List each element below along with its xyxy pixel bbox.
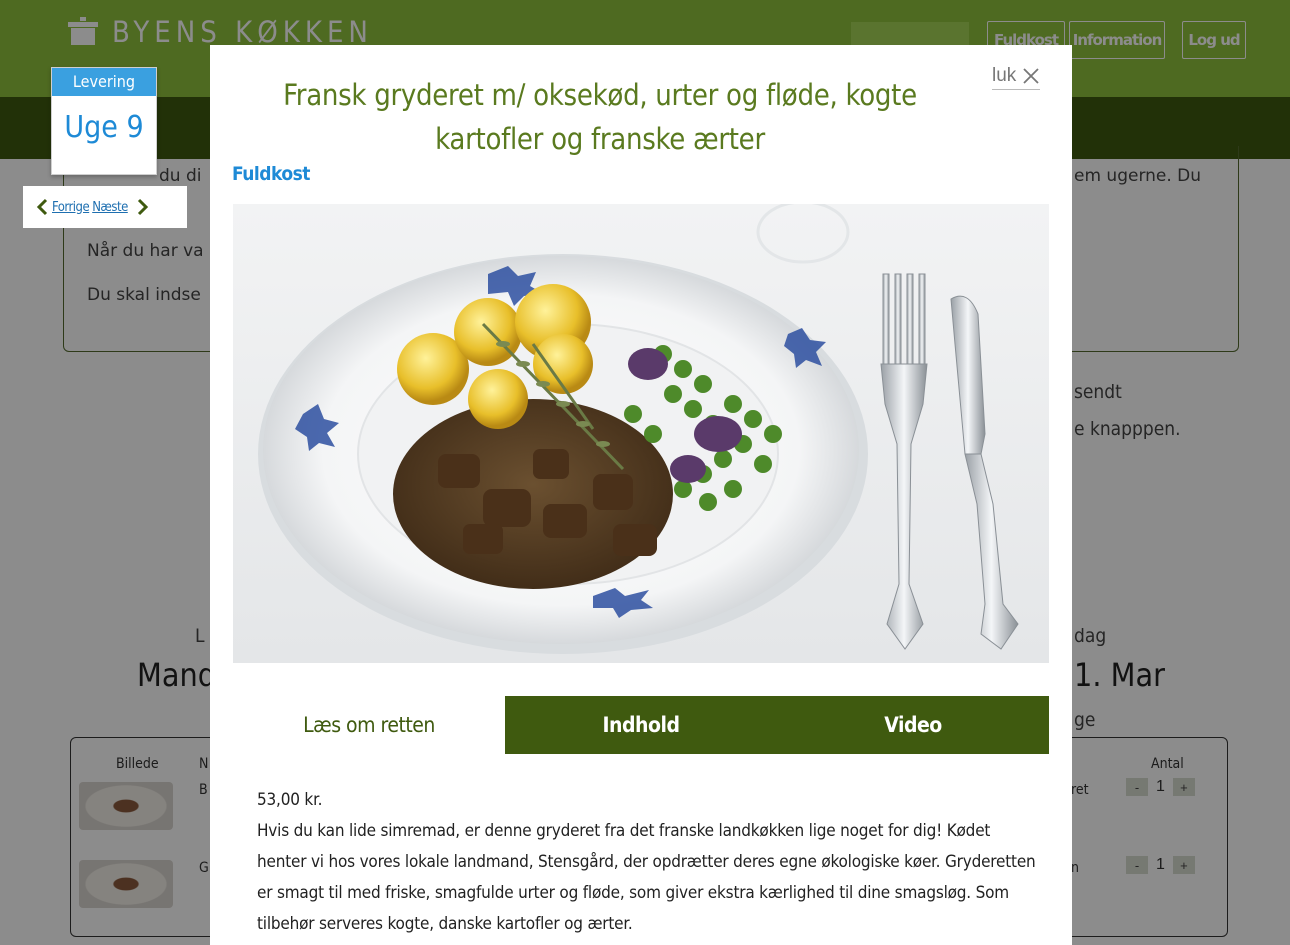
page: BYENS KØKKEN Fuldkost Information Log ud…: [0, 0, 1290, 945]
tab-video[interactable]: Video: [777, 696, 1049, 754]
close-button[interactable]: luk: [992, 65, 1041, 90]
dish-category: Fuldkost: [232, 163, 310, 185]
tab-content[interactable]: Indhold: [505, 696, 777, 754]
close-label: luk: [992, 65, 1017, 86]
dish-photo: [233, 204, 1049, 663]
chevron-left-icon[interactable]: [35, 198, 49, 216]
tab-read-about[interactable]: Læs om retten: [233, 696, 505, 754]
dish-image: [233, 204, 1049, 663]
dish-description: Hvis du kan lide simremad, er denne gryd…: [257, 821, 1036, 934]
dish-description-panel: 53,00 kr. Hvis du kan lide simremad, er …: [257, 785, 1037, 940]
delivery-week-widget: Levering Uge 9: [51, 67, 157, 175]
dish-price: 53,00 kr.: [257, 790, 323, 810]
week-navigation: Forrige Næste: [23, 186, 187, 228]
close-icon: [1023, 68, 1039, 84]
week-number: Uge 9: [64, 110, 144, 145]
dish-title: Fransk gryderet m/ oksekød, urter og flø…: [283, 78, 917, 156]
delivery-label: Levering: [52, 68, 156, 96]
dish-modal: luk Fransk gryderet m/ oksekød, urter og…: [210, 45, 1072, 945]
chevron-right-icon[interactable]: [136, 198, 150, 216]
dish-tabs: Læs om retten Indhold Video: [233, 696, 1049, 754]
next-week-link[interactable]: Næste: [92, 200, 128, 215]
previous-week-link[interactable]: Forrige: [52, 200, 90, 215]
